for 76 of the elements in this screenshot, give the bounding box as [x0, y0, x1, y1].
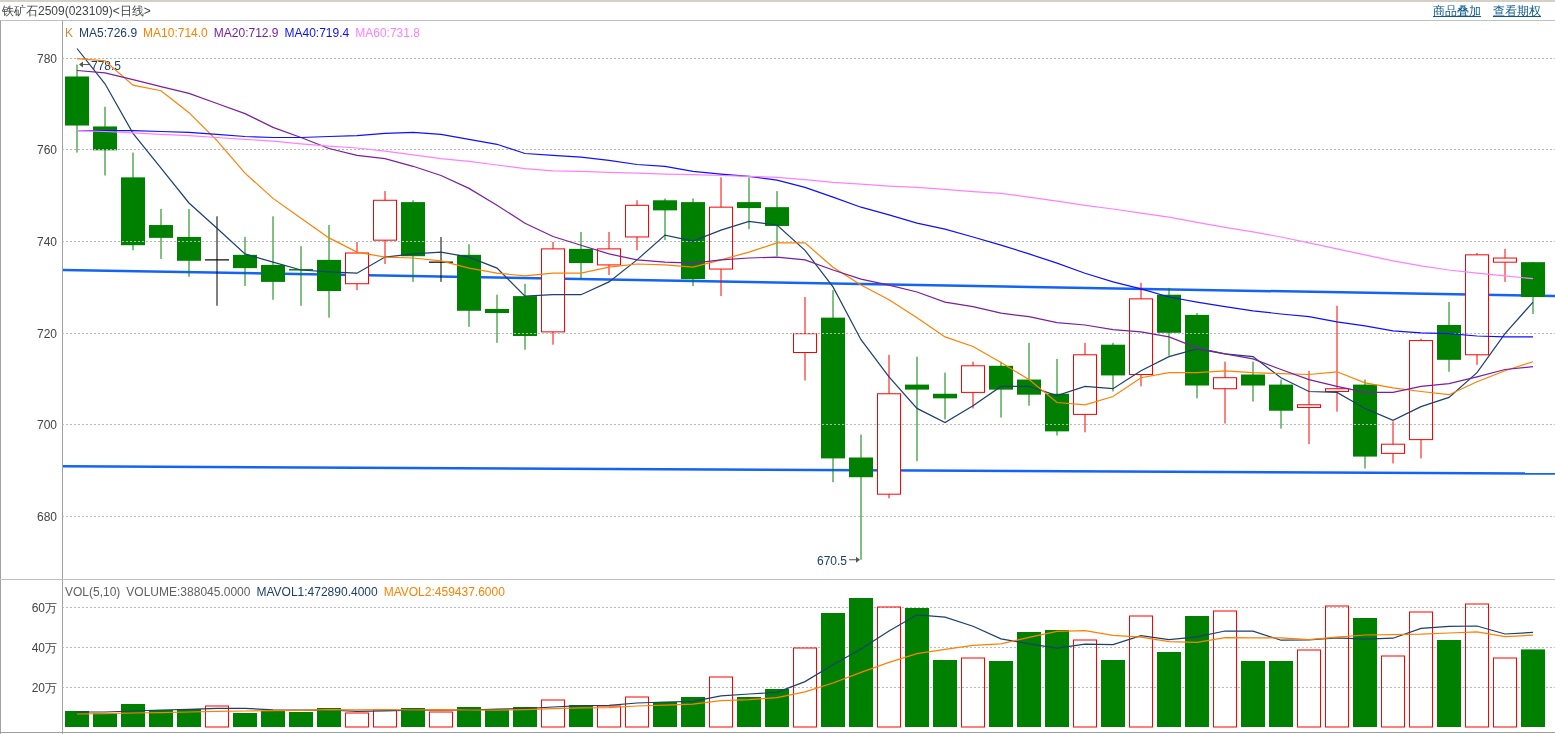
volume-bar	[989, 661, 1013, 727]
candlestick	[1437, 301, 1461, 373]
candlestick	[93, 106, 117, 176]
axis-label: 760	[36, 142, 57, 157]
candlestick	[177, 208, 201, 278]
legend-label: MA20:712.9	[213, 25, 279, 42]
candlestick	[485, 294, 509, 344]
arrow-icon	[79, 61, 91, 68]
legend-label: MAVOL1:472890.4000	[256, 584, 378, 601]
axis-label: 720	[36, 326, 57, 341]
volume-bar	[625, 696, 649, 728]
volume-bar	[961, 657, 985, 728]
legend-label: K	[65, 25, 73, 42]
candlestick	[1213, 361, 1237, 425]
candlestick	[1269, 379, 1293, 430]
legend-label: VOLUME:388045.0000	[126, 584, 251, 601]
candlestick	[625, 199, 649, 251]
volume-bar	[541, 699, 565, 728]
candlestick	[1157, 287, 1181, 357]
legend-label: MA10:714.0	[143, 25, 208, 42]
axis-label: 20万	[31, 680, 57, 695]
legend-label: MAVOL2:459437.6000	[383, 584, 505, 601]
candlestick	[428, 236, 454, 283]
volume-bar	[737, 697, 761, 727]
candlestick	[345, 241, 369, 291]
candlestick	[149, 208, 173, 260]
volume-bar	[1269, 661, 1293, 727]
candlestick	[653, 197, 677, 241]
window-title: 铁矿石2509(023109)<日线>	[2, 3, 151, 20]
candlestick	[989, 361, 1013, 419]
volume-bar	[597, 705, 621, 728]
price-label: 670.5	[816, 553, 847, 568]
volume-bar	[653, 702, 677, 727]
legend-label: MA5:726.9	[79, 25, 138, 42]
volume-bar	[933, 660, 957, 727]
volume-bar	[1493, 657, 1517, 728]
axis-label: 740	[36, 234, 57, 249]
candlestick	[1241, 361, 1265, 403]
volume-bar	[373, 709, 397, 728]
candlestick	[961, 361, 985, 409]
volume-bar	[457, 707, 481, 727]
volume-bar	[345, 712, 369, 728]
volume-bar	[429, 711, 453, 728]
volume-bar	[1241, 661, 1265, 727]
legend-label: MA60:731.8	[355, 25, 420, 42]
candlestick	[233, 236, 257, 287]
volume-bar	[709, 676, 733, 728]
candlestick	[1017, 342, 1041, 407]
candlestick	[1101, 342, 1125, 392]
axis-label: 700	[36, 417, 57, 432]
candlestick	[1521, 261, 1545, 315]
legend-label: VOL(5,10)	[65, 584, 121, 601]
volume-bar	[261, 711, 285, 727]
candlestick	[1493, 248, 1517, 283]
candlestick	[513, 283, 537, 351]
volume-bar	[1101, 660, 1125, 727]
candlestick	[289, 245, 313, 307]
volume-bar	[681, 697, 705, 727]
volume-bar	[205, 705, 229, 728]
axis-label: 40万	[31, 640, 57, 655]
axis-label: 60万	[31, 600, 57, 615]
link[interactable]: 商品叠加	[1433, 2, 1481, 20]
link[interactable]: 查看期权	[1493, 2, 1541, 20]
volume-bar	[289, 712, 313, 727]
arrow-icon	[848, 556, 860, 563]
candlestick	[765, 190, 789, 257]
candlestick	[597, 231, 621, 276]
candlestick	[569, 231, 593, 280]
candlestick	[933, 372, 957, 420]
axis-label: 680	[36, 509, 57, 524]
candlestick	[1381, 420, 1405, 464]
axis-label: 780	[36, 51, 57, 66]
candlestick	[737, 176, 761, 230]
volume-bar	[233, 713, 257, 727]
legend-label: MA40:719.4	[284, 25, 350, 42]
volume-bar	[765, 689, 789, 727]
